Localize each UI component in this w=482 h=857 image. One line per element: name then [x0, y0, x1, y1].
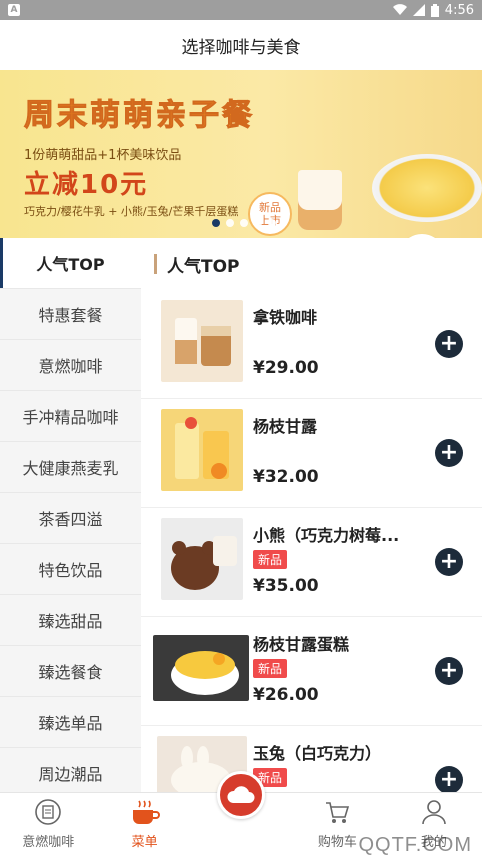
product-image[interactable]	[161, 409, 243, 491]
status-right: 4:56	[392, 2, 474, 18]
plus-icon: +	[439, 331, 459, 356]
add-to-cart-button[interactable]: +	[435, 330, 463, 358]
list-item[interactable]: 杨枝甘露 ¥32.00 +	[141, 399, 482, 508]
list-item[interactable]: 拿铁咖啡 ¥29.00 +	[141, 290, 482, 399]
product-price: ¥29.00	[253, 358, 319, 378]
mango-cake-image	[372, 154, 482, 222]
sidebar-item-merch[interactable]: 周边潮品	[0, 748, 141, 792]
banner-dot-4[interactable]	[254, 219, 262, 227]
banner-subtitle: 1份萌萌甜品+1杯美味饮品	[24, 148, 182, 163]
product-price: ¥32.00	[253, 467, 319, 487]
sidebar-item-tea[interactable]: 茶香四溢	[0, 493, 141, 544]
new-arrival-badge: 新品 上市	[248, 192, 292, 236]
sidebar-item-combo[interactable]: 特惠套餐	[0, 289, 141, 340]
list-item[interactable]: 小熊（巧克力树莓... 新品 ¥35.00 +	[141, 508, 482, 617]
store-icon	[33, 797, 63, 827]
list-item[interactable]: 杨枝甘露蛋糕 新品 ¥26.00 +	[141, 617, 482, 726]
coffee-cup-icon	[130, 797, 160, 827]
banner-title: 周末萌萌亲子餐	[24, 98, 255, 134]
status-left: A	[8, 4, 20, 16]
plus-icon: +	[439, 767, 459, 792]
banner-pagination	[212, 219, 276, 227]
list-item[interactable]: 玉兔（白巧克力） 新品 +	[141, 726, 482, 792]
watermark: QQTF.COM	[358, 834, 472, 856]
banner-dot-5[interactable]	[268, 219, 276, 227]
sidebar-item-top[interactable]: 人气TOP	[0, 238, 141, 289]
new-badge: 新品	[253, 550, 288, 569]
product-image[interactable]	[161, 300, 243, 382]
section-title: 人气TOP	[167, 256, 240, 277]
product-image[interactable]	[153, 635, 249, 701]
add-to-cart-button[interactable]: +	[435, 439, 463, 467]
banner-discount: 立减10元	[24, 170, 149, 200]
banner-products-line: 巧克力/樱花牛乳 + 小熊/玉兔/芒果千层蛋糕	[24, 205, 239, 218]
user-icon	[419, 797, 449, 827]
tab-store-label: 意燃咖啡	[22, 835, 75, 850]
product-price: ¥26.00	[253, 685, 319, 705]
tab-home-logo[interactable]	[193, 771, 289, 856]
tab-menu[interactable]: 菜单	[96, 793, 192, 856]
plus-icon: +	[439, 658, 459, 683]
page-title: 选择咖啡与美食	[0, 20, 482, 70]
tab-store[interactable]: 意燃咖啡	[0, 793, 96, 856]
tab-cart-label: 购物车	[317, 835, 357, 850]
sidebar-item-singles[interactable]: 臻选单品	[0, 697, 141, 748]
banner-dot-2[interactable]	[226, 219, 234, 227]
app-notification-icon: A	[8, 4, 20, 16]
promo-banner[interactable]: 周末萌萌亲子餐 1份萌萌甜品+1杯美味饮品 立减10元 巧克力/樱花牛乳 + 小…	[0, 70, 482, 238]
product-name: 杨枝甘露	[253, 417, 318, 436]
battery-icon	[430, 3, 439, 17]
sidebar-item-desserts[interactable]: 臻选甜品	[0, 595, 141, 646]
drink-cup-image	[298, 170, 342, 230]
add-to-cart-button[interactable]: +	[435, 548, 463, 576]
section-header: 人气TOP	[141, 238, 482, 290]
sidebar-item-meals[interactable]: 臻选餐食	[0, 646, 141, 697]
category-sidebar[interactable]: 人气TOP 特惠套餐 意燃咖啡 手冲精品咖啡 大健康燕麦乳 茶香四溢 特色饮品 …	[0, 238, 141, 792]
sidebar-item-oat-milk[interactable]: 大健康燕麦乳	[0, 442, 141, 493]
plus-icon: +	[439, 440, 459, 465]
badge-line-1: 新品	[259, 201, 281, 214]
add-to-cart-button[interactable]: +	[435, 657, 463, 685]
product-name: 杨枝甘露蛋糕	[253, 635, 350, 654]
signal-icon	[412, 4, 425, 16]
banner-dot-1[interactable]	[212, 219, 220, 227]
sidebar-item-pour-over[interactable]: 手冲精品咖啡	[0, 391, 141, 442]
product-price: ¥35.00	[253, 576, 319, 596]
new-badge: 新品	[253, 659, 288, 678]
sidebar-item-coffee[interactable]: 意燃咖啡	[0, 340, 141, 391]
status-bar: A 4:56	[0, 0, 482, 20]
product-image[interactable]	[161, 518, 243, 600]
product-name: 玉兔（白巧克力）	[253, 744, 382, 763]
section-accent-bar	[154, 254, 157, 274]
add-to-cart-button[interactable]: +	[435, 766, 463, 792]
menu-main: 人气TOP 特惠套餐 意燃咖啡 手冲精品咖啡 大健康燕麦乳 茶香四溢 特色饮品 …	[0, 238, 482, 792]
product-name: 小熊（巧克力树莓...	[253, 526, 400, 545]
cart-icon	[322, 797, 352, 827]
cloud-logo-icon[interactable]	[217, 771, 266, 819]
banner-dot-3[interactable]	[240, 219, 248, 227]
wifi-icon	[392, 4, 407, 16]
plus-icon: +	[439, 549, 459, 574]
tab-menu-label: 菜单	[131, 835, 158, 850]
status-time: 4:56	[444, 2, 474, 18]
product-list[interactable]: 人气TOP 拿铁咖啡 ¥29.00 + 杨枝甘露 ¥32.00 + 小熊（巧克力…	[141, 238, 482, 792]
product-name: 拿铁咖啡	[253, 308, 318, 327]
sidebar-item-specialty[interactable]: 特色饮品	[0, 544, 141, 595]
